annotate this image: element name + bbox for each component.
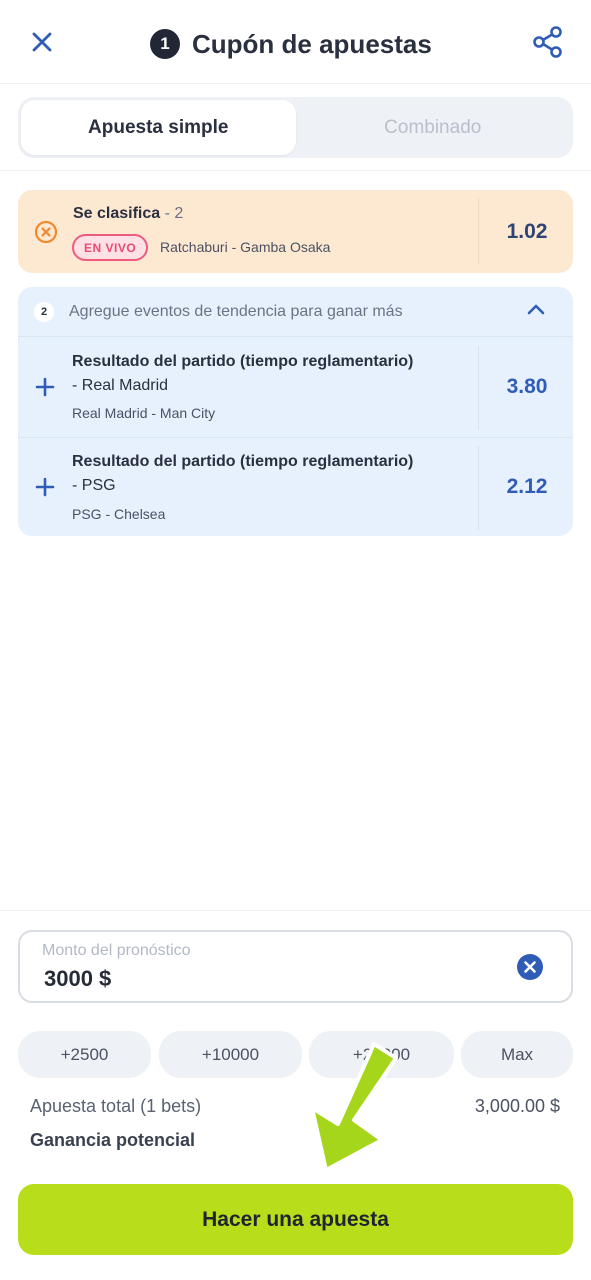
- tab-single[interactable]: Apuesta simple: [21, 100, 296, 155]
- suggestion-market: Resultado del partido (tiempo reglamenta…: [72, 350, 472, 398]
- live-bet-odds: 1.02: [506, 220, 548, 243]
- header: 1 Cupón de apuestas: [0, 0, 591, 84]
- divider: [0, 910, 591, 911]
- add-icon[interactable]: [34, 476, 56, 498]
- divider: [18, 437, 573, 438]
- clear-amount-icon[interactable]: [516, 953, 544, 981]
- selection-value: 2: [174, 205, 184, 222]
- trending-title: Agregue eventos de tendencia para ganar …: [69, 303, 403, 320]
- tab-combo[interactable]: Combinado: [296, 100, 571, 155]
- add-icon[interactable]: [34, 376, 56, 398]
- odds-divider: [478, 198, 479, 265]
- share-icon: [533, 26, 562, 58]
- suggestion-odds[interactable]: 3.80: [487, 375, 567, 399]
- suggestion-odds[interactable]: 2.12: [487, 475, 567, 499]
- chevron-up-icon[interactable]: [524, 298, 548, 322]
- quick-amount-button[interactable]: +2500: [18, 1031, 151, 1078]
- divider: [18, 336, 573, 337]
- total-stake-label: Apuesta total (1 bets): [30, 1096, 202, 1116]
- bet-count-badge: 1: [150, 29, 180, 59]
- suggestion-market-line2: - PSG: [72, 477, 116, 494]
- place-bet-button[interactable]: Hacer una apuesta: [18, 1184, 573, 1255]
- amount-value[interactable]: 3000 $: [44, 966, 111, 992]
- amount-label: Monto del pronóstico: [42, 942, 191, 959]
- live-bet-teams: Ratchaburi - Gamba Osaka: [160, 239, 331, 255]
- suggestion-market-line1: Resultado del partido (tiempo reglamenta…: [72, 453, 414, 470]
- suggestion-market-line2: - Real Madrid: [72, 377, 169, 394]
- remove-bet-icon[interactable]: [34, 220, 58, 244]
- max-amount-button[interactable]: Max: [461, 1031, 573, 1078]
- share-button[interactable]: [528, 22, 568, 62]
- potential-gain-label: Ganancia potencial: [30, 1130, 196, 1150]
- bet-type-tabs: Apuesta simple Combinado: [18, 97, 573, 158]
- quick-amount-button[interactable]: +10000: [159, 1031, 302, 1078]
- close-button[interactable]: [26, 26, 58, 58]
- odds-divider: [478, 446, 479, 530]
- divider: [0, 170, 591, 171]
- quick-amount-button[interactable]: +25000: [309, 1031, 454, 1078]
- suggestion-teams: Real Madrid - Man City: [72, 405, 216, 421]
- title-group: 1 Cupón de apuestas: [150, 24, 432, 64]
- suggestion-market: Resultado del partido (tiempo reglamenta…: [72, 450, 472, 498]
- page-title: Cupón de apuestas: [192, 28, 432, 59]
- close-icon: [32, 32, 52, 52]
- market-separator: -: [160, 205, 175, 222]
- trending-count: 2: [34, 302, 54, 322]
- suggestion-market-line1: Resultado del partido (tiempo reglamenta…: [72, 353, 414, 370]
- live-bet-market: Se clasifica - 2: [73, 205, 183, 223]
- total-stake-value: 3,000.00 $: [474, 1096, 560, 1116]
- odds-divider: [478, 346, 479, 430]
- suggestion-teams: PSG - Chelsea: [72, 506, 166, 522]
- market-name: Se clasifica: [73, 205, 161, 222]
- live-badge: EN VIVO: [72, 234, 149, 261]
